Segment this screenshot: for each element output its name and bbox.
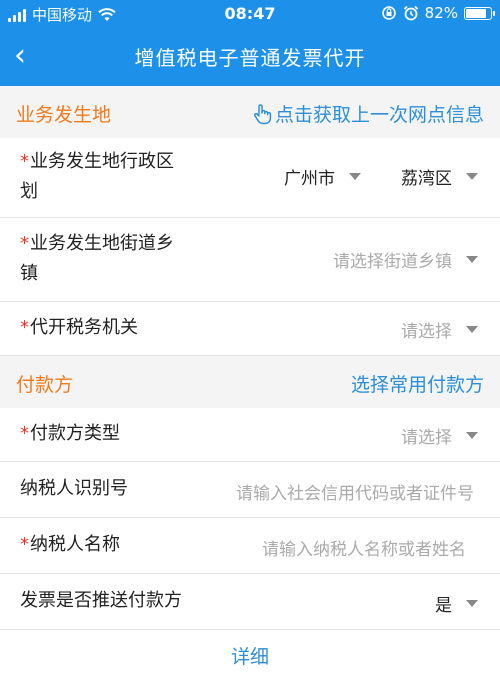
nav-bar: ‹ 增值税电子普通发票代开 [0,28,500,86]
chevron-down-icon [466,600,478,607]
payer-type-placeholder: 请选择 [401,428,452,448]
push-invoice-row: 发票是否推送付款方 是 [0,574,500,630]
detail-button[interactable]: 详细 [0,630,500,684]
taxpayer-name-label: *纳税人名称 [20,534,120,555]
street-label: *业务发生地街道乡 镇 [20,233,174,284]
push-invoice-label: 发票是否推送付款方 [20,590,182,611]
business-section-label: 业务发生地 [16,104,112,126]
battery-fill [466,8,486,18]
payer-type-label: *付款方类型 [20,423,120,444]
payer-section-header: 付款方 选择常用付款方 [0,356,500,408]
battery-icon [464,6,495,20]
taxpayer-name-input[interactable]: 请输入纳税人名称或者姓名 [262,535,466,560]
required-mark: * [20,317,29,338]
taxpayer-id-row: 纳税人识别号 请输入社会信用代码或者证件号 [0,462,500,518]
chevron-down-icon [466,432,478,439]
page-title: 增值税电子普通发票代开 [134,46,366,70]
status-bar: 中国移动 08:47 82% [0,0,500,28]
required-mark: * [20,233,29,254]
chevron-down-icon [349,173,361,180]
district-selects: 广州市 荔湾区 [284,164,478,189]
district-select[interactable]: 荔湾区 [401,164,478,189]
street-row: *业务发生地街道乡 镇 请选择街道乡镇 [0,218,500,302]
required-mark: * [20,534,29,555]
chevron-down-icon [466,173,478,180]
district-value: 荔湾区 [401,169,452,189]
battery-percent: 82% [424,4,458,22]
required-mark: * [20,423,29,444]
city-select[interactable]: 广州市 [284,164,361,189]
alarm-icon [403,5,418,21]
street-select[interactable]: 请选择街道乡镇 [333,247,478,272]
tap-hand-icon [254,103,272,124]
business-section-header: 业务发生地 点击获取上一次网点信息 [0,86,500,138]
payer-type-select[interactable]: 请选择 [401,423,478,448]
tax-office-label: *代开税务机关 [20,317,138,338]
tax-office-row: *代开税务机关 请选择 [0,302,500,356]
fetch-last-branch-label: 点击获取上一次网点信息 [274,104,484,126]
city-value: 广州市 [284,169,335,189]
tax-office-select[interactable]: 请选择 [401,317,478,342]
push-invoice-select[interactable]: 是 [435,591,478,616]
taxpayer-id-input[interactable]: 请输入社会信用代码或者证件号 [236,479,474,504]
payer-section-label: 付款方 [16,374,74,396]
required-mark: * [20,151,29,172]
choose-common-payer-link[interactable]: 选择常用付款方 [351,370,484,397]
chevron-down-icon [466,326,478,333]
payer-type-row: *付款方类型 请选择 [0,408,500,462]
street-placeholder: 请选择街道乡镇 [333,252,452,272]
chevron-down-icon [466,256,478,263]
push-invoice-value: 是 [435,596,452,616]
fetch-last-branch-link[interactable]: 点击获取上一次网点信息 [251,100,484,127]
tax-office-placeholder: 请选择 [401,322,452,342]
district-label: *业务发生地行政区 划 [20,151,174,202]
district-row: *业务发生地行政区 划 广州市 荔湾区 [0,138,500,218]
taxpayer-id-label: 纳税人识别号 [20,478,128,499]
status-right: 82% [381,4,495,22]
orientation-lock-icon [381,6,396,20]
taxpayer-name-row: *纳税人名称 请输入纳税人名称或者姓名 [0,518,500,574]
